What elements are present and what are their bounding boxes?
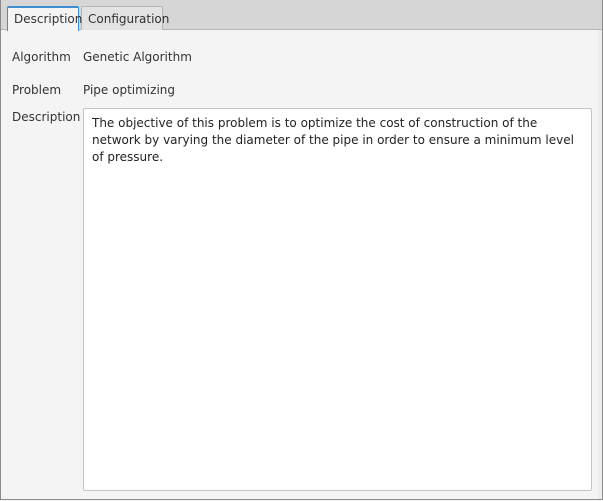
description-label: Description: [12, 110, 81, 124]
tab-description[interactable]: Description: [7, 6, 82, 31]
description-panel: Description Configuration Algorithm Gene…: [0, 0, 603, 500]
problem-value: Pipe optimizing: [83, 83, 175, 97]
problem-label: Problem: [12, 83, 62, 97]
algorithm-value: Genetic Algorithm: [83, 50, 192, 64]
panel-edge: [598, 30, 602, 499]
description-textarea[interactable]: The objective of this problem is to opti…: [83, 108, 592, 491]
tab-configuration[interactable]: Configuration: [81, 6, 169, 30]
tab-bar: Description Configuration: [1, 0, 602, 31]
algorithm-label: Algorithm: [12, 50, 71, 64]
